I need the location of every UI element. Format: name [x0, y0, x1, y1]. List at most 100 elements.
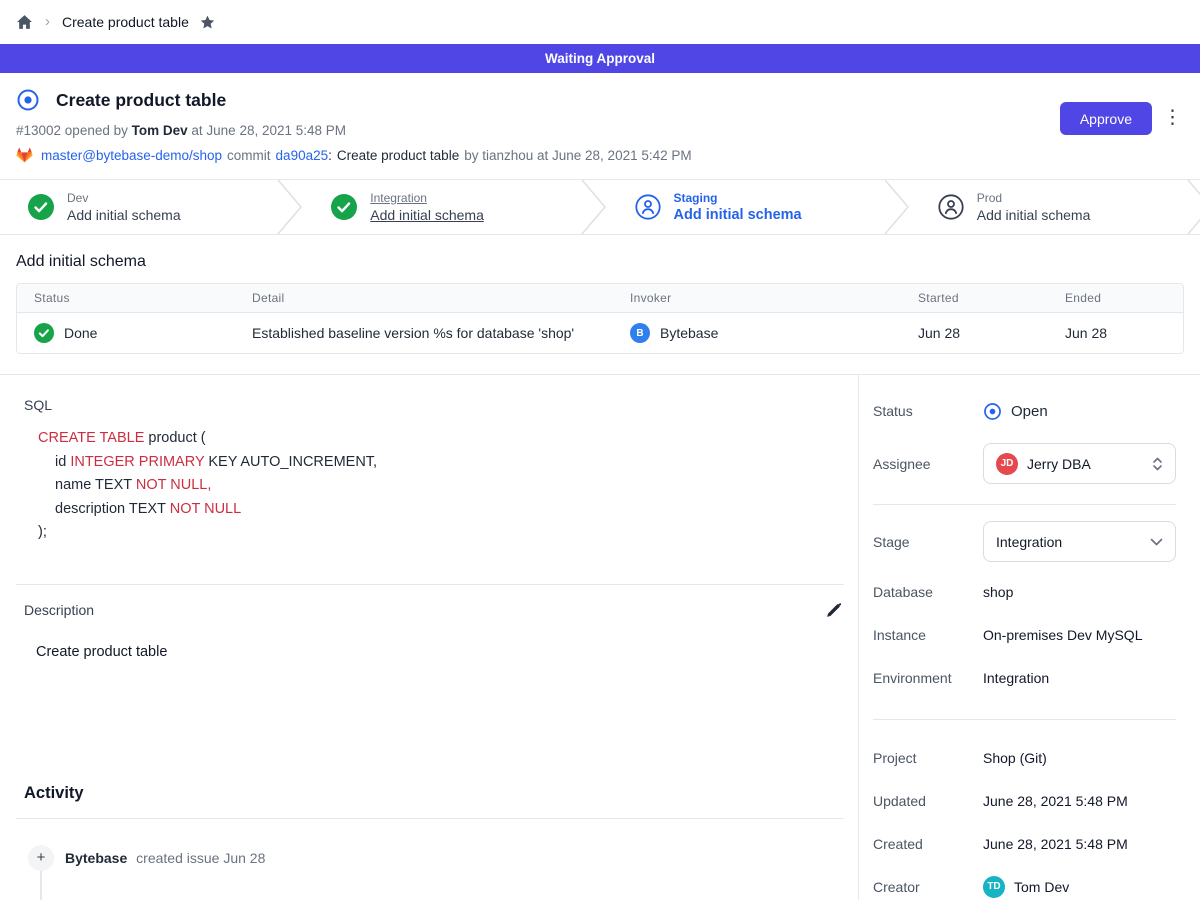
- home-icon[interactable]: [16, 14, 33, 31]
- divider: [873, 719, 1176, 720]
- activity-actor: Bytebase: [65, 850, 127, 866]
- task-started: Jun 28: [901, 325, 1048, 341]
- task-heading: Add initial schema: [16, 253, 1184, 271]
- commit-colon: :: [328, 148, 332, 163]
- instance-label: Instance: [873, 627, 983, 643]
- creator-row: Creator TD Tom Dev: [873, 865, 1176, 900]
- commit-suffix: by tianzhou at June 28, 2021 5:42 PM: [464, 148, 691, 163]
- project-value[interactable]: Shop (Git): [983, 750, 1047, 766]
- task-section: Add initial schema Status Detail Invoker…: [0, 235, 1200, 354]
- sql-line: );: [38, 521, 858, 545]
- updown-chevron-icon: [1152, 456, 1163, 472]
- stage-task-label: Add initial schema: [674, 206, 802, 224]
- status-value: Open: [1011, 403, 1048, 420]
- instance-value[interactable]: On-premises Dev MySQL: [983, 627, 1142, 643]
- table-row[interactable]: Done Established baseline version %s for…: [17, 313, 1183, 353]
- updated-label: Updated: [873, 793, 983, 809]
- star-icon[interactable]: [199, 14, 216, 31]
- status-label: Status: [873, 403, 983, 419]
- assignee-select[interactable]: JD Jerry DBA: [983, 443, 1176, 484]
- status-banner-text: Waiting Approval: [545, 51, 655, 66]
- project-row: Project Shop (Git): [873, 736, 1176, 779]
- database-row: Database shop: [873, 570, 1176, 613]
- table-header: Status Detail Invoker Started Ended: [17, 284, 1183, 313]
- database-label: Database: [873, 584, 983, 600]
- approve-button[interactable]: Approve: [1060, 102, 1152, 135]
- commit-hash-link[interactable]: da90a25: [276, 148, 329, 163]
- status-row: Status Open: [873, 393, 1176, 429]
- open-status-icon: [983, 402, 1002, 421]
- person-circle-icon: [938, 194, 964, 220]
- issue-meta-prefix: #13002 opened by: [16, 123, 128, 138]
- task-status: Done: [64, 325, 97, 341]
- assignee-row: Assignee JD Jerry DBA: [873, 443, 1176, 484]
- commit-word: commit: [227, 148, 271, 163]
- stage-value: Integration: [996, 534, 1141, 550]
- issue-sidebar: Status Open Assignee JD Jerry DBA: [858, 375, 1200, 900]
- activity-action: created issue Jun 28: [136, 850, 265, 866]
- status-banner: Waiting Approval: [0, 44, 1200, 73]
- environment-value[interactable]: Integration: [983, 670, 1049, 686]
- stage-task-label: Add initial schema: [977, 206, 1091, 224]
- issue-header: Create product table #13002 opened by To…: [0, 73, 1200, 180]
- stage-select[interactable]: Integration: [983, 521, 1176, 562]
- timeline-line: [40, 871, 42, 900]
- col-ended: Ended: [1048, 291, 1183, 305]
- issue-open-icon: [16, 88, 40, 112]
- updated-value: June 28, 2021 5:48 PM: [983, 793, 1128, 809]
- creator-avatar: TD: [983, 876, 1005, 898]
- more-options-icon[interactable]: ⋮: [1163, 106, 1182, 130]
- stage-label: Stage: [873, 534, 983, 550]
- database-value[interactable]: shop: [983, 584, 1013, 600]
- sql-line: id INTEGER PRIMARY KEY AUTO_INCREMENT,: [38, 451, 858, 475]
- environment-label: Environment: [873, 670, 983, 686]
- commit-info: master@bytebase-demo/shop commit da90a25…: [16, 147, 1184, 163]
- creator-value[interactable]: Tom Dev: [1014, 879, 1069, 895]
- task-table: Status Detail Invoker Started Ended Done…: [16, 283, 1184, 354]
- created-label: Created: [873, 836, 983, 852]
- task-detail: Established baseline version %s for data…: [235, 325, 613, 341]
- branch-link[interactable]: master@bytebase-demo/shop: [41, 148, 222, 163]
- instance-row: Instance On-premises Dev MySQL: [873, 613, 1176, 656]
- stage-row: Stage Integration: [873, 521, 1176, 562]
- stage-integration[interactable]: Integration Add initial schema: [303, 180, 580, 234]
- edit-pencil-icon[interactable]: [825, 602, 842, 619]
- stage-env-label: Integration: [370, 191, 484, 206]
- stage-dev[interactable]: Dev Add initial schema: [0, 180, 277, 234]
- stage-env-label: Dev: [67, 191, 181, 206]
- person-circle-icon: [635, 194, 661, 220]
- plus-icon: +: [28, 845, 54, 871]
- creator-label: Creator: [873, 879, 983, 895]
- stage-separator: [277, 180, 303, 234]
- stage-separator: [884, 180, 910, 234]
- task-ended: Jun 28: [1048, 325, 1183, 341]
- stage-env-label: Staging: [674, 191, 802, 206]
- activity-item: + Bytebase created issue Jun 28: [28, 845, 858, 871]
- stage-pipeline: Dev Add initial schema Integration Add i…: [0, 180, 1200, 235]
- divider: [873, 504, 1176, 505]
- assignee-avatar: JD: [996, 453, 1018, 475]
- chevron-down-icon: [1150, 538, 1163, 546]
- stage-prod[interactable]: Prod Add initial schema: [910, 180, 1187, 234]
- issue-detail-panel: SQL CREATE TABLE product (id INTEGER PRI…: [0, 375, 858, 900]
- stage-separator: [581, 180, 607, 234]
- invoker-name: Bytebase: [660, 325, 718, 341]
- bytebase-issue-page: › Create product table Waiting Approval …: [0, 0, 1200, 900]
- col-invoker: Invoker: [613, 291, 901, 305]
- description-text[interactable]: Create product table: [36, 644, 858, 660]
- check-circle-icon: [28, 194, 54, 220]
- invoker-avatar: B: [630, 323, 650, 343]
- gitlab-icon: [16, 147, 33, 163]
- stage-task-label: Add initial schema: [370, 206, 484, 224]
- check-circle-icon: [331, 194, 357, 220]
- stage-separator: [1187, 180, 1200, 234]
- sql-line: CREATE TABLE product (: [38, 427, 858, 451]
- breadcrumb-title[interactable]: Create product table: [62, 14, 189, 30]
- sql-line: name TEXT NOT NULL,: [38, 474, 858, 498]
- sql-line: description TEXT NOT NULL: [38, 498, 858, 522]
- sql-code: CREATE TABLE product (id INTEGER PRIMARY…: [38, 427, 858, 545]
- issue-author[interactable]: Tom Dev: [132, 123, 188, 138]
- created-value: June 28, 2021 5:48 PM: [983, 836, 1128, 852]
- stage-staging[interactable]: Staging Add initial schema: [607, 180, 884, 234]
- col-detail: Detail: [235, 291, 613, 305]
